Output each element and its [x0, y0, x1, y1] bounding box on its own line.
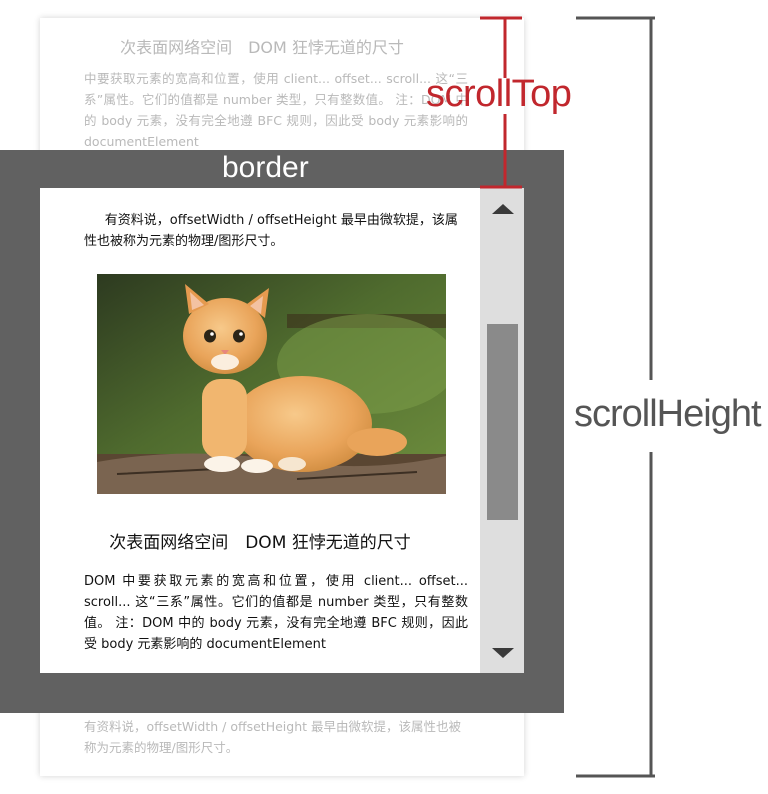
scroll-top-label: scrollTop: [426, 73, 572, 115]
scroll-height-label: scrollHeight: [574, 392, 768, 436]
